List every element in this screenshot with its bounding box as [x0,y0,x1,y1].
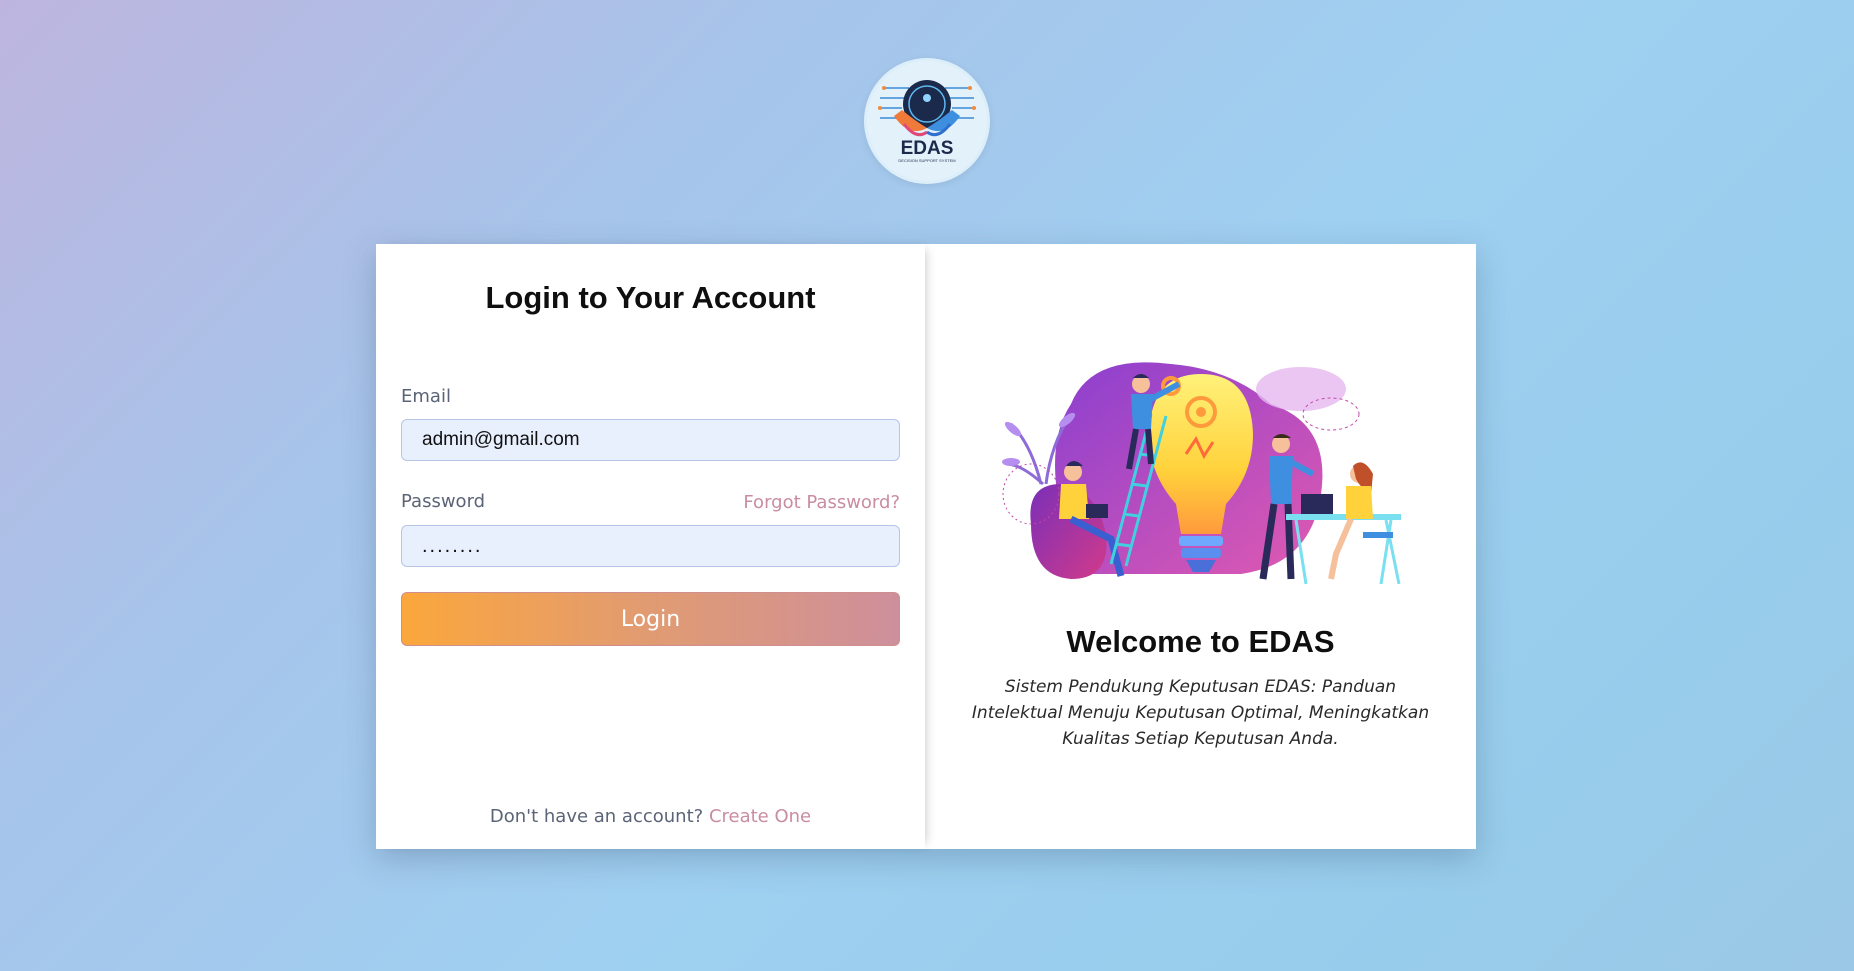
welcome-title: Welcome to EDAS [1066,624,1335,659]
svg-text:EDAS: EDAS [901,138,954,159]
password-input[interactable] [401,525,900,567]
app-logo: EDAS DECISION SUPPORT SYSTEM [864,58,990,184]
welcome-description: Sistem Pendukung Keputusan EDAS: Panduan… [971,677,1430,749]
login-button[interactable]: Login [401,592,900,646]
edas-logo-icon: EDAS DECISION SUPPORT SYSTEM [867,61,987,181]
signup-prompt: Don't have an account? [489,806,704,827]
svg-text:DECISION SUPPORT SYSTEM: DECISION SUPPORT SYSTEM [898,158,955,163]
login-form-panel: Login to Your Account Email Password For… [376,244,925,849]
teamwork-lightbulb-illustration [1002,362,1401,585]
login-card: Login to Your Account Email Password For… [376,244,1476,849]
login-title: Login to Your Account [485,280,816,315]
create-account-link[interactable]: Create One [709,806,811,827]
password-label: Password [401,491,486,512]
email-input[interactable] [401,419,900,461]
forgot-password-link[interactable]: Forgot Password? [743,492,900,513]
welcome-panel: Welcome to EDAS Sistem Pendukung Keputus… [925,244,1476,849]
email-label: Email [401,386,451,407]
signup-row: Don't have an account? Create One [376,806,925,827]
